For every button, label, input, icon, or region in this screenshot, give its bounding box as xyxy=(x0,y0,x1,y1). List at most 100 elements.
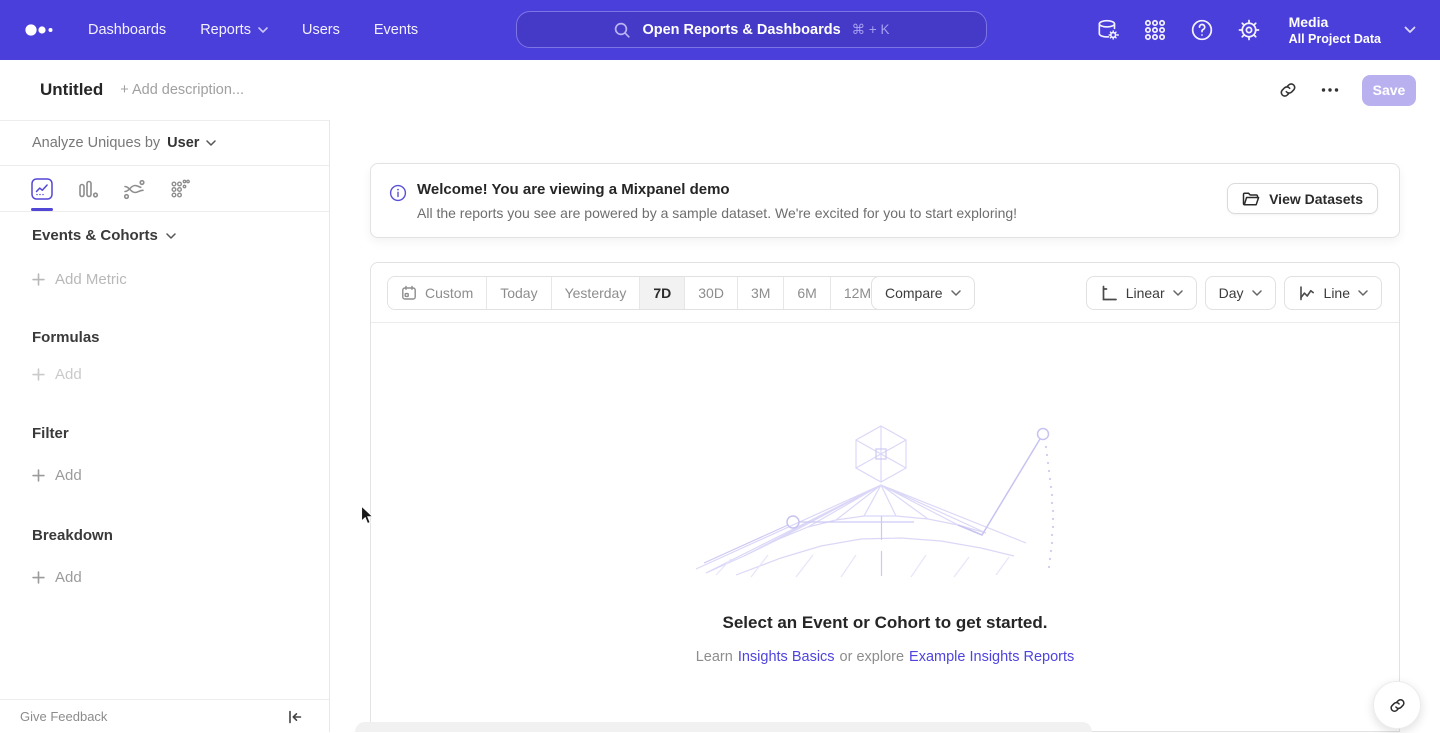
tab-bar-chart-icon[interactable] xyxy=(76,177,100,201)
report-description-placeholder[interactable]: + Add description... xyxy=(120,82,244,98)
interval-dropdown[interactable]: Day xyxy=(1205,276,1276,310)
search-icon xyxy=(613,21,631,39)
sidebar-footer: Give Feedback xyxy=(0,699,329,733)
add-formula-button[interactable]: Add xyxy=(32,366,82,383)
report-title[interactable]: Untitled xyxy=(40,80,103,100)
banner-body: All the reports you see are powered by a… xyxy=(417,205,1017,221)
breakdown-label: Breakdown xyxy=(32,527,113,544)
date-range-label: 3M xyxy=(751,285,770,301)
add-breakdown-button[interactable]: Add xyxy=(32,569,82,586)
date-range-label: Yesterday xyxy=(565,285,627,301)
view-datasets-button[interactable]: View Datasets xyxy=(1227,183,1378,214)
empty-state-heading: Select an Event or Cohort to get started… xyxy=(371,613,1399,633)
nav-item-dashboards[interactable]: Dashboards xyxy=(88,22,166,38)
date-range-yesterday[interactable]: Yesterday xyxy=(552,277,641,309)
breakdown-section: Breakdown xyxy=(32,527,113,544)
nav-item-label: Dashboards xyxy=(88,22,166,38)
calendar-icon xyxy=(401,285,417,301)
settings-gear-icon[interactable] xyxy=(1236,17,1262,43)
chart-type-dropdown[interactable]: Line xyxy=(1284,276,1382,310)
compare-label: Compare xyxy=(885,285,943,301)
date-range-label: 7D xyxy=(653,285,671,301)
filter-section: Filter xyxy=(32,425,69,442)
interval-label: Day xyxy=(1219,285,1244,301)
top-nav: Dashboards Reports Users Events Open Rep… xyxy=(0,0,1440,60)
formulas-section: Formulas xyxy=(32,329,100,346)
mixpanel-logo-icon[interactable] xyxy=(24,23,56,37)
project-switcher[interactable]: Media All Project Data xyxy=(1289,13,1381,47)
chevron-down-icon xyxy=(1358,290,1368,296)
date-range-30d[interactable]: 30D xyxy=(685,277,738,309)
date-range-label: Today xyxy=(500,285,537,301)
nav-item-users[interactable]: Users xyxy=(302,22,340,38)
chevron-down-icon[interactable] xyxy=(1404,26,1416,34)
add-metric-button[interactable]: Add Metric xyxy=(32,271,127,288)
plus-icon xyxy=(32,273,45,286)
save-button[interactable]: Save xyxy=(1362,75,1416,106)
project-name: Media xyxy=(1289,13,1381,31)
date-range-selector: Custom Today Yesterday 7D 30D 3M 6M 12M xyxy=(387,276,885,310)
date-range-today[interactable]: Today xyxy=(487,277,551,309)
banner-title: Welcome! You are viewing a Mixpanel demo xyxy=(417,181,730,198)
nav-right-group: Media All Project Data xyxy=(1095,0,1416,60)
date-range-7d[interactable]: 7D xyxy=(640,277,685,309)
nav-item-label: Events xyxy=(374,22,418,38)
chart-display-controls: Linear Day Line xyxy=(1086,276,1382,310)
insights-basics-link[interactable]: Insights Basics xyxy=(738,649,835,665)
date-range-3m[interactable]: 3M xyxy=(738,277,784,309)
line-chart-icon xyxy=(1298,284,1316,302)
data-management-icon[interactable] xyxy=(1095,17,1121,43)
events-cohorts-label: Events & Cohorts xyxy=(32,227,158,244)
folder-icon xyxy=(1242,191,1260,207)
scale-label: Linear xyxy=(1126,285,1165,301)
info-icon xyxy=(389,184,407,202)
nav-item-reports[interactable]: Reports xyxy=(200,22,268,38)
scale-dropdown[interactable]: Linear xyxy=(1086,276,1197,310)
plus-icon xyxy=(32,368,45,381)
search-placeholder: Open Reports & Dashboards xyxy=(642,22,840,38)
filter-label: Filter xyxy=(32,425,69,442)
global-search-input[interactable]: Open Reports & Dashboards ⌘ + K xyxy=(516,11,987,48)
chevron-down-icon xyxy=(1173,290,1183,296)
empty-state-illustration xyxy=(696,423,1076,578)
search-shortcut: ⌘ + K xyxy=(852,22,890,38)
tab-flows-icon[interactable] xyxy=(122,177,146,201)
date-range-6m[interactable]: 6M xyxy=(784,277,830,309)
date-range-label: Custom xyxy=(425,285,473,301)
events-cohorts-section[interactable]: Events & Cohorts xyxy=(32,227,176,244)
add-filter-label: Add xyxy=(55,467,82,484)
plus-icon xyxy=(32,571,45,584)
apps-grid-icon[interactable] xyxy=(1142,17,1168,43)
tab-retention-icon[interactable] xyxy=(168,177,192,201)
tab-insights-icon[interactable] xyxy=(30,177,54,201)
chevron-down-icon xyxy=(951,290,961,296)
share-link-fab[interactable] xyxy=(1373,681,1421,729)
query-builder-sidebar: Analyze Uniques by User xyxy=(0,120,330,732)
collapse-sidebar-icon[interactable] xyxy=(287,709,303,725)
help-icon[interactable] xyxy=(1189,17,1215,43)
analyze-label: Analyze Uniques by xyxy=(32,135,160,151)
or-explore-text: or explore xyxy=(840,649,904,665)
insights-report-card: Custom Today Yesterday 7D 30D 3M 6M 12M … xyxy=(370,262,1400,732)
chevron-down-icon[interactable] xyxy=(206,140,216,146)
copy-link-icon[interactable] xyxy=(1278,80,1298,100)
compare-button[interactable]: Compare xyxy=(871,276,975,310)
add-filter-button[interactable]: Add xyxy=(32,467,82,484)
metric-type-tabs xyxy=(0,166,329,212)
active-tab-indicator xyxy=(31,208,53,211)
analyze-row: Analyze Uniques by User xyxy=(0,121,329,166)
date-range-label: 6M xyxy=(797,285,816,301)
formulas-label: Formulas xyxy=(32,329,100,346)
view-datasets-label: View Datasets xyxy=(1269,191,1363,207)
nav-item-events[interactable]: Events xyxy=(374,22,418,38)
add-breakdown-label: Add xyxy=(55,569,82,586)
example-reports-link[interactable]: Example Insights Reports xyxy=(909,649,1074,665)
plus-icon xyxy=(32,469,45,482)
date-range-custom[interactable]: Custom xyxy=(388,277,487,309)
give-feedback-link[interactable]: Give Feedback xyxy=(20,709,107,724)
chart-controls-row: Custom Today Yesterday 7D 30D 3M 6M 12M … xyxy=(371,263,1399,323)
date-range-label: 12M xyxy=(844,285,871,301)
analyze-value-dropdown[interactable]: User xyxy=(167,135,199,151)
chevron-down-icon xyxy=(166,233,176,239)
more-options-icon[interactable] xyxy=(1320,80,1340,100)
